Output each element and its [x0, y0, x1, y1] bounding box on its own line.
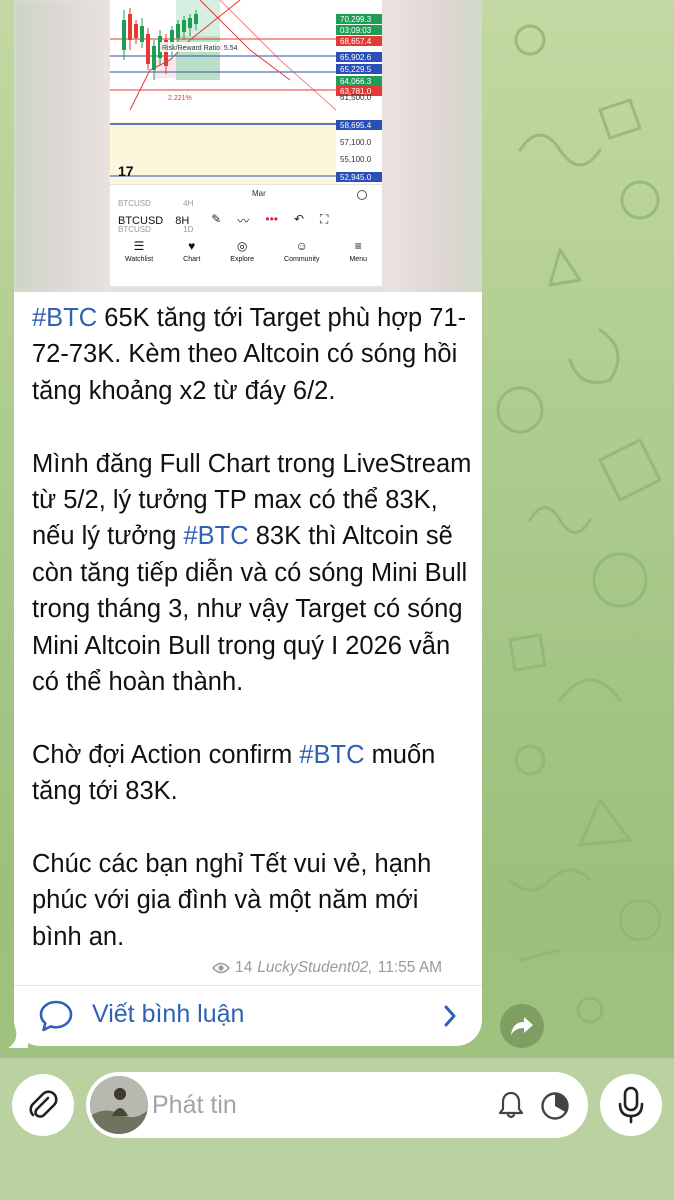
bubble-tail [8, 1028, 28, 1048]
price-label: 61,500.0 [340, 93, 372, 102]
avatar-photo [90, 1076, 148, 1134]
price-label: 52,945.0 [340, 173, 372, 182]
paperclip-icon [29, 1090, 58, 1118]
timeframe-below: 1D [183, 225, 194, 234]
price-label: 68,657.4 [340, 37, 372, 46]
price-label: 70,299.3 [340, 15, 372, 24]
write-comment-button[interactable]: Viết bình luận [14, 986, 482, 1046]
risk-reward-label: Risk/Reward Ratio: 5.54 [162, 45, 238, 52]
tv-nav-menu[interactable]: ≡ Menu [349, 239, 367, 263]
watchlist-icon: ☰ [133, 239, 145, 253]
message-input[interactable]: Phát tin [86, 1072, 588, 1138]
compass-icon: ◎ [236, 239, 248, 253]
symbol-above: BTCUSD [118, 199, 151, 208]
message-text-segment: Chúc các bạn nghỉ Tết vui vẻ, hạnh phúc … [32, 850, 432, 951]
tv-nav-explore[interactable]: ◎ Explore [230, 239, 254, 263]
composer-bar: Phát tin [0, 1058, 674, 1200]
undo-icon[interactable]: ↶ [294, 212, 304, 229]
tv-nav-community[interactable]: ☺ Community [284, 239, 319, 263]
tv-nav-label: Watchlist [125, 256, 154, 263]
message-paragraph: Chúc các bạn nghỉ Tết vui vẻ, hạnh phúc … [32, 846, 472, 955]
tradingview-screenshot: Risk/Reward Ratio: 5.54 2.221% 17 70,299… [110, 0, 382, 286]
forward-button[interactable] [500, 1004, 544, 1048]
price-scale: 70,299.303:09:0367,000.068,657.465,902.6… [336, 14, 382, 182]
symbol-picker-below: BTCUSD 1D [118, 225, 193, 235]
price-label: 65,902.6 [340, 53, 372, 62]
price-label: 55,100.0 [340, 155, 372, 164]
time-axis-settings-icon [357, 190, 367, 200]
community-icon: ☺ [295, 239, 308, 253]
message-paragraph: Chờ đợi Action confirm #BTC muốn tăng tớ… [32, 737, 472, 810]
comment-bubble-icon [39, 1000, 73, 1032]
message-text-segment: 65K tăng tới Target phù hợp 71-72-73K. K… [32, 304, 467, 405]
message-paragraph: Mình đăng Full Chart trong LiveStream từ… [32, 446, 472, 701]
timer-icon[interactable] [539, 1090, 571, 1122]
message-text-segment: Chờ đợi Action confirm [32, 740, 300, 769]
timeframe-above: 4H [183, 199, 194, 208]
attach-button[interactable] [12, 1074, 74, 1136]
price-label: 03:09:03 [340, 26, 372, 35]
tv-nav-label: Chart [183, 256, 201, 263]
input-placeholder: Phát tin [152, 1091, 237, 1119]
views-eye-icon [212, 962, 230, 974]
avatar[interactable] [90, 1076, 148, 1134]
microphone-icon [618, 1086, 644, 1124]
message-meta: 14 LuckyStudent02, 11:55 AM [212, 959, 442, 977]
price-chart: Risk/Reward Ratio: 5.54 2.221% 17 70,299… [110, 0, 382, 184]
microphone-button[interactable] [600, 1074, 662, 1136]
message-time: 11:55 AM [377, 959, 443, 976]
tv-nav-label: Community [284, 256, 320, 263]
menu-icon: ≡ [354, 239, 362, 253]
chart-icon: ♥ [188, 239, 196, 253]
image-blur-left [14, 0, 110, 292]
symbol-below: BTCUSD [118, 225, 151, 234]
more-dots-icon[interactable]: ••• [265, 212, 278, 229]
hashtag-link[interactable]: #BTC [183, 522, 248, 550]
tradingview-logo: 17 [118, 163, 134, 179]
chevron-right-icon [444, 1005, 456, 1027]
chart-image[interactable]: Risk/Reward Ratio: 5.54 2.221% 17 70,299… [14, 0, 482, 292]
tradingview-nav: ☰ Watchlist ♥ Chart ◎ Explore ☺ Communit… [110, 237, 382, 273]
message-paragraph: #BTC 65K tăng tới Target phù hợp 71-72-7… [32, 300, 472, 409]
tv-nav-chart[interactable]: ♥ Chart [183, 239, 200, 263]
chart-toolbar: Mar BTCUSD 4H BTCUSD 8H ✎ 〰 ••• ↶ ⛶ BTCU… [110, 184, 382, 286]
hashtag-link[interactable]: #BTC [299, 741, 364, 769]
price-label: 64,066.3 [340, 77, 372, 86]
fullscreen-icon[interactable]: ⛶ [320, 212, 328, 229]
message-text: #BTC 65K tăng tới Target phù hợp 71-72-7… [32, 300, 472, 955]
price-label: 58,695.4 [340, 121, 372, 130]
month-label: Mar [252, 189, 266, 198]
percent-label: 2.221% [168, 95, 192, 102]
trend-tools-icon[interactable]: 〰 [237, 212, 249, 229]
write-comment-label: Viết bình luận [92, 1000, 245, 1028]
price-label: 57,100.0 [340, 138, 372, 147]
forward-arrow-icon [511, 1017, 533, 1035]
views-count: 14 [235, 959, 253, 976]
pencil-icon[interactable]: ✎ [211, 212, 221, 229]
bell-icon[interactable] [496, 1090, 526, 1120]
tv-nav-watchlist[interactable]: ☰ Watchlist [125, 239, 153, 263]
symbol-picker-above: BTCUSD 4H [118, 199, 193, 209]
image-blur-right [386, 0, 482, 292]
tv-nav-label: Menu [349, 256, 367, 263]
price-label: 65,229.5 [340, 65, 372, 74]
message-author: LuckyStudent02, [257, 959, 373, 976]
tv-nav-label: Explore [230, 256, 255, 263]
message-bubble: Risk/Reward Ratio: 5.54 2.221% 17 70,299… [14, 0, 482, 1046]
hashtag-link[interactable]: #BTC [32, 304, 97, 332]
